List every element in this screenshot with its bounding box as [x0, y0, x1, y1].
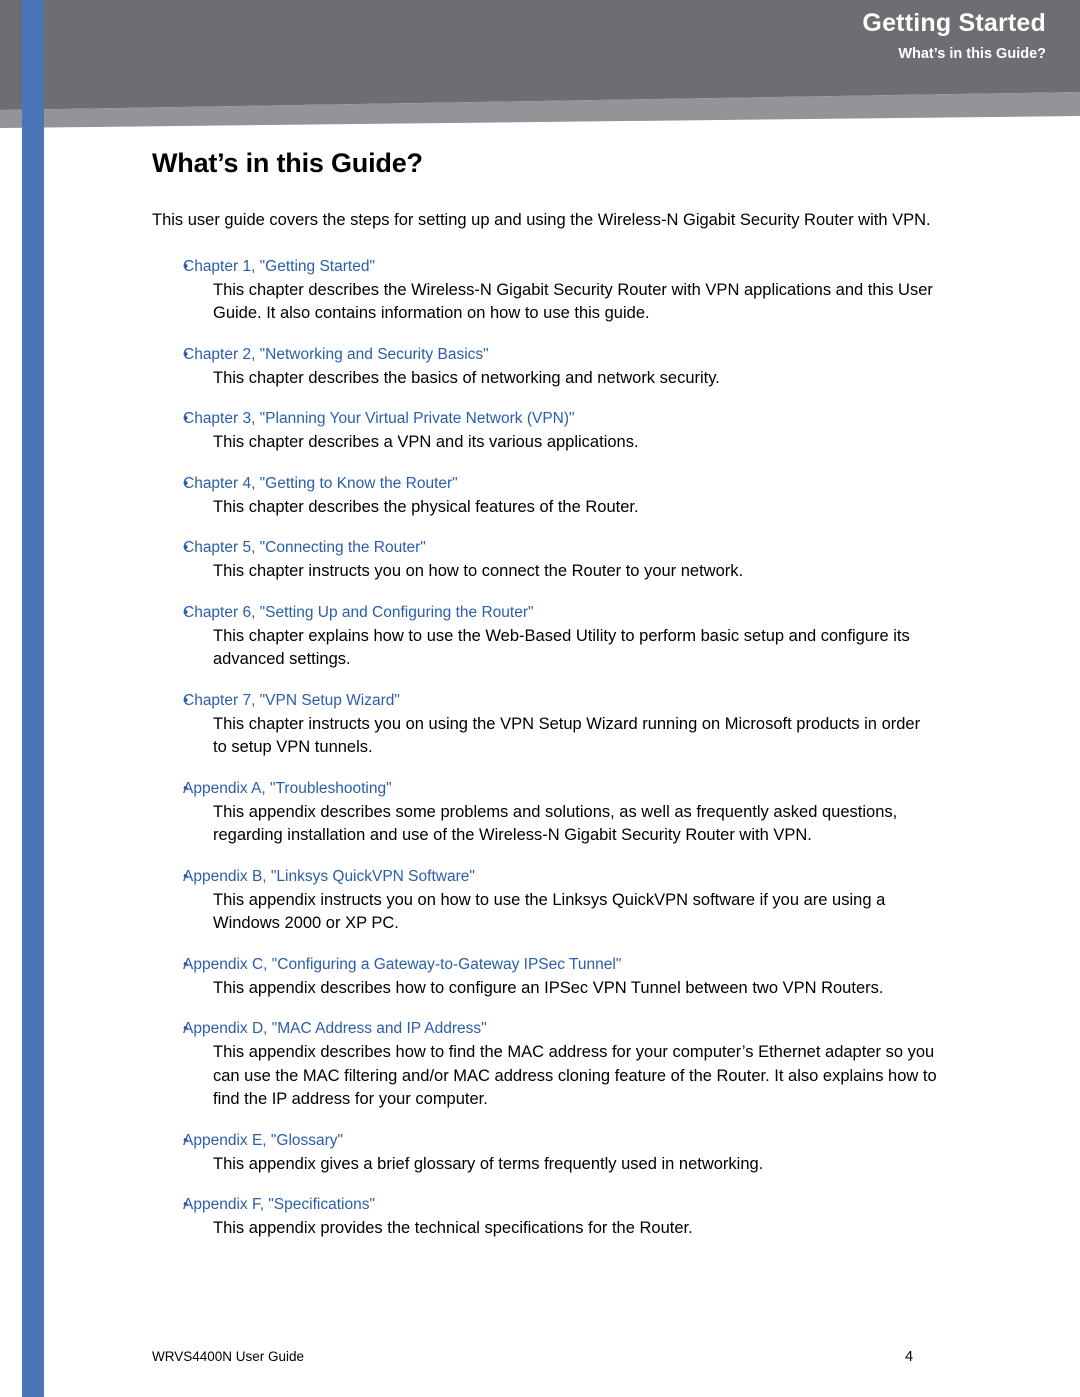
list-item-header: • Appendix F, "Specifications"	[152, 1193, 942, 1216]
list-item-description: This appendix provides the technical spe…	[213, 1219, 693, 1237]
chapter-link[interactable]: Appendix C, "Configuring a Gateway-to-Ga…	[183, 953, 621, 976]
bullet-icon: •	[183, 257, 189, 275]
list-item-description: This chapter describes the basics of net…	[213, 368, 720, 387]
list-item-header: • Chapter 2, "Networking and Security Ba…	[152, 343, 942, 366]
list-item-description: This appendix instructs you on how to us…	[213, 890, 886, 933]
list-item-description: This appendix describes how to find the …	[213, 1043, 937, 1108]
list-item-description: This appendix describes some problems an…	[213, 802, 898, 845]
list-item: • Appendix A, "Troubleshooting" This app…	[152, 777, 942, 848]
list-item-description: This chapter describes a VPN and its var…	[213, 433, 639, 451]
list-item-description: This chapter explains how to use the Web…	[213, 626, 910, 669]
chapter-link[interactable]: Chapter 7, "VPN Setup Wizard"	[183, 689, 400, 712]
chapter-link[interactable]: Chapter 1, "Getting Started"	[183, 255, 375, 278]
chapter-link[interactable]: Appendix E, "Glossary"	[183, 1129, 343, 1152]
list-item-header: • Appendix A, "Troubleshooting"	[152, 777, 942, 800]
bullet-icon: •	[183, 410, 189, 427]
bullet-icon: •	[183, 603, 189, 621]
header-title: Getting Started	[862, 9, 1046, 37]
list-item: • Chapter 7, "VPN Setup Wizard" This cha…	[152, 689, 942, 760]
list-item: • Chapter 3, "Planning Your Virtual Priv…	[152, 407, 942, 455]
list-item-description: This chapter instructs you on using the …	[213, 714, 921, 757]
content-column: What’s in this Guide? This user guide co…	[152, 148, 942, 1258]
list-item-header: • Chapter 6, "Setting Up and Configuring…	[152, 601, 942, 624]
list-item-header: • Appendix C, "Configuring a Gateway-to-…	[152, 953, 942, 976]
bullet-icon: •	[183, 1020, 189, 1037]
list-item: • Chapter 5, "Connecting the Router" Thi…	[152, 536, 942, 584]
list-item-header: • Chapter 5, "Connecting the Router"	[152, 536, 942, 559]
list-item: • Chapter 6, "Setting Up and Configuring…	[152, 601, 942, 672]
chapter-link[interactable]: Chapter 5, "Connecting the Router"	[183, 536, 426, 559]
bullet-icon: •	[183, 867, 189, 885]
page-footer: WRVS4400N User Guide 4	[0, 1349, 1080, 1369]
list-item: • Appendix D, "MAC Address and IP Addres…	[152, 1017, 942, 1112]
list-item-header: • Chapter 7, "VPN Setup Wizard"	[152, 689, 942, 712]
bullet-icon: •	[183, 1131, 189, 1149]
chapter-link[interactable]: Chapter 6, "Setting Up and Configuring t…	[183, 601, 534, 624]
list-item-header: • Appendix E, "Glossary"	[152, 1129, 942, 1152]
chapter-link[interactable]: Chapter 3, "Planning Your Virtual Privat…	[183, 407, 575, 430]
left-blue-bar	[22, 0, 44, 1397]
list-item-header: • Chapter 3, "Planning Your Virtual Priv…	[152, 407, 942, 430]
bullet-icon: •	[183, 691, 189, 709]
list-item: • Appendix C, "Configuring a Gateway-to-…	[152, 953, 942, 1001]
list-item: • Appendix B, "Linksys QuickVPN Software…	[152, 865, 942, 936]
list-item-description: This chapter describes the Wireless-N Gi…	[213, 280, 933, 323]
chapter-link[interactable]: Appendix D, "MAC Address and IP Address"	[183, 1017, 487, 1040]
bullet-icon: •	[183, 474, 189, 492]
list-item: • Appendix F, "Specifications" This appe…	[152, 1193, 942, 1241]
footer-document-title: WRVS4400N User Guide	[152, 1349, 305, 1364]
header-text-block: Getting Started What’s in this Guide?	[862, 8, 1046, 64]
chapter-link[interactable]: Appendix A, "Troubleshooting"	[183, 777, 392, 800]
list-item-description: This appendix gives a brief glossary of …	[213, 1154, 764, 1173]
page-title: What’s in this Guide?	[152, 148, 423, 178]
list-item-header: • Appendix B, "Linksys QuickVPN Software…	[152, 865, 942, 888]
bullet-icon: •	[183, 955, 189, 973]
bullet-icon: •	[183, 345, 189, 363]
list-item: • Appendix E, "Glossary" This appendix g…	[152, 1129, 942, 1177]
list-item-header: • Chapter 1, "Getting Started"	[152, 255, 942, 278]
chapter-link[interactable]: Appendix B, "Linksys QuickVPN Software"	[183, 865, 475, 888]
list-item-header: • Chapter 4, "Getting to Know the Router…	[152, 472, 942, 495]
bullet-icon: •	[183, 539, 189, 556]
list-item: • Chapter 2, "Networking and Security Ba…	[152, 343, 942, 391]
chapter-link[interactable]: Chapter 2, "Networking and Security Basi…	[183, 343, 489, 366]
bullet-icon: •	[183, 779, 189, 797]
bullet-icon: •	[183, 1196, 189, 1213]
list-item-header: • Appendix D, "MAC Address and IP Addres…	[152, 1017, 942, 1040]
intro-paragraph: This user guide covers the steps for set…	[152, 211, 931, 229]
chapter-link[interactable]: Appendix F, "Specifications"	[183, 1193, 375, 1216]
list-item-description: This chapter instructs you on how to con…	[213, 562, 744, 580]
header-subtitle: What’s in this Guide?	[898, 46, 1046, 62]
list-item-description: This appendix describes how to configure…	[213, 978, 884, 997]
list-item: • Chapter 4, "Getting to Know the Router…	[152, 472, 942, 520]
footer-page-number: 4	[905, 1349, 914, 1365]
page-header: Getting Started What’s in this Guide?	[0, 0, 1080, 128]
list-item: • Chapter 1, "Getting Started" This chap…	[152, 255, 942, 326]
list-item-description: This chapter describes the physical feat…	[213, 497, 639, 516]
chapter-link[interactable]: Chapter 4, "Getting to Know the Router"	[183, 472, 458, 495]
